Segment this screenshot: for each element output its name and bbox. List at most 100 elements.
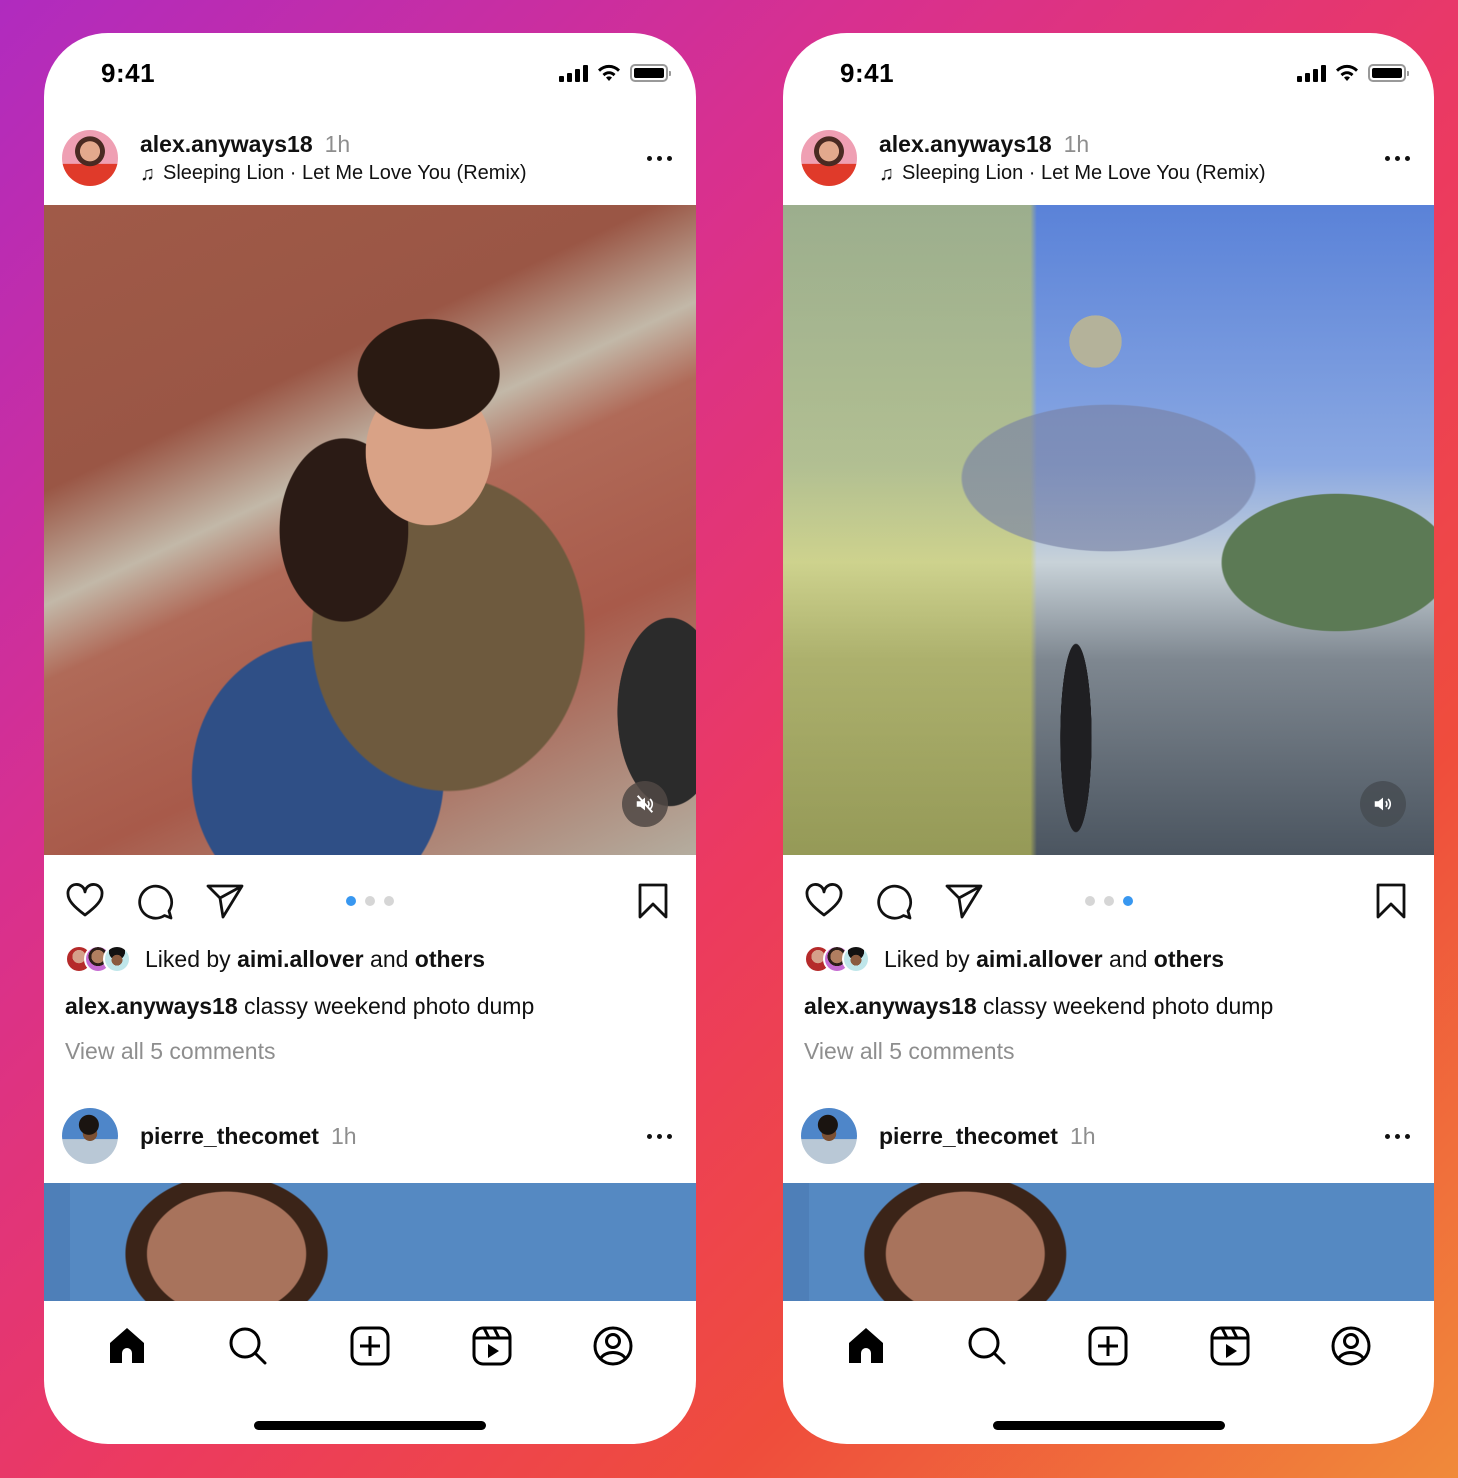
avatar[interactable] bbox=[801, 130, 857, 186]
heart-icon bbox=[805, 883, 843, 917]
bookmark-icon bbox=[1376, 883, 1406, 919]
liked-others[interactable]: others bbox=[1154, 946, 1224, 973]
bottom-tab-bar bbox=[783, 1301, 1434, 1391]
reels-icon bbox=[1210, 1326, 1250, 1366]
mute-toggle-button[interactable] bbox=[622, 781, 668, 827]
home-indicator[interactable] bbox=[254, 1421, 486, 1430]
liker-avatars bbox=[804, 945, 870, 973]
post-username[interactable]: alex.anyways18 bbox=[140, 131, 313, 158]
tab-profile[interactable] bbox=[1329, 1324, 1373, 1368]
tab-search[interactable] bbox=[226, 1324, 270, 1368]
tab-home[interactable] bbox=[844, 1324, 888, 1368]
caption-username[interactable]: alex.anyways18 bbox=[804, 993, 977, 1019]
caption-username[interactable]: alex.anyways18 bbox=[65, 993, 238, 1019]
next-post-media[interactable] bbox=[783, 1183, 1434, 1301]
liked-others[interactable]: others bbox=[415, 946, 485, 973]
post-username[interactable]: pierre_thecomet bbox=[879, 1123, 1058, 1150]
carousel-dot bbox=[1103, 896, 1114, 906]
avatar[interactable] bbox=[62, 130, 118, 186]
comment-button[interactable] bbox=[134, 881, 176, 921]
next-post-header: pierre_thecomet 1h bbox=[783, 1101, 1434, 1171]
post-media-photo[interactable] bbox=[44, 205, 696, 855]
plus-square-icon bbox=[350, 1326, 390, 1366]
liked-by[interactable]: Liked by aimi.allover and others bbox=[65, 945, 485, 973]
music-note-icon: ♫ bbox=[879, 162, 894, 185]
liked-and: and bbox=[1109, 945, 1148, 972]
like-button[interactable] bbox=[803, 881, 845, 921]
reels-icon bbox=[472, 1326, 512, 1366]
post-media-video[interactable] bbox=[783, 205, 1434, 855]
tab-reels[interactable] bbox=[1208, 1324, 1252, 1368]
view-comments-link[interactable]: View all 5 comments bbox=[804, 1038, 1015, 1065]
home-indicator[interactable] bbox=[992, 1421, 1225, 1430]
status-time: 9:41 bbox=[101, 58, 156, 88]
liked-by[interactable]: Liked by aimi.allover and others bbox=[804, 945, 1224, 973]
paper-plane-icon bbox=[206, 884, 244, 919]
phone-left: 9:41 alex.anyways18 1h ♫ Sleeping Lion ·… bbox=[44, 33, 696, 1444]
more-options-button[interactable] bbox=[647, 1133, 672, 1139]
caption-text: classy weekend photo dump bbox=[244, 993, 535, 1019]
post-time: 1h bbox=[1069, 1122, 1096, 1149]
liker-avatar bbox=[842, 945, 870, 973]
phone-right: 9:41 alex.anyways18 1h ♫ Sleeping Lion ·… bbox=[783, 33, 1434, 1444]
status-bar: 9:41 bbox=[783, 33, 1434, 113]
next-post-media[interactable] bbox=[44, 1183, 696, 1301]
tab-create[interactable] bbox=[1086, 1324, 1130, 1368]
tab-reels[interactable] bbox=[470, 1324, 514, 1368]
share-button[interactable] bbox=[943, 881, 985, 921]
carousel-dot bbox=[384, 896, 394, 906]
post-time: 1h bbox=[330, 1122, 357, 1149]
post-username[interactable]: pierre_thecomet bbox=[140, 1123, 319, 1150]
liked-user[interactable]: aimi.allover bbox=[237, 946, 364, 973]
cellular-signal-icon bbox=[559, 64, 588, 82]
next-post-header: pierre_thecomet 1h bbox=[44, 1101, 696, 1171]
post-time: 1h bbox=[324, 131, 351, 157]
plus-square-icon bbox=[1088, 1326, 1128, 1366]
liked-prefix: Liked by bbox=[884, 945, 970, 972]
post-header: alex.anyways18 1h ♫ Sleeping Lion · Let … bbox=[44, 123, 696, 193]
more-options-button[interactable] bbox=[647, 155, 672, 161]
avatar[interactable] bbox=[801, 1108, 857, 1164]
status-icons bbox=[559, 63, 671, 83]
music-title: Sleeping Lion · Let Me Love You (Remix) bbox=[163, 162, 527, 184]
wifi-icon bbox=[598, 64, 620, 81]
paper-plane-icon bbox=[945, 884, 983, 919]
tab-create[interactable] bbox=[348, 1324, 392, 1368]
more-options-button[interactable] bbox=[1385, 1133, 1410, 1139]
like-button[interactable] bbox=[64, 881, 106, 921]
liked-user[interactable]: aimi.allover bbox=[976, 946, 1103, 973]
search-icon bbox=[229, 1327, 267, 1365]
comment-icon bbox=[877, 884, 913, 920]
more-options-button[interactable] bbox=[1385, 155, 1410, 161]
post-caption: alex.anyways18 classy weekend photo dump bbox=[804, 993, 1273, 1020]
tab-home[interactable] bbox=[105, 1324, 149, 1368]
carousel-dot bbox=[346, 896, 356, 906]
music-attribution[interactable]: ♫ Sleeping Lion · Let Me Love You (Remix… bbox=[140, 162, 696, 185]
tab-profile[interactable] bbox=[591, 1324, 635, 1368]
carousel-indicator bbox=[346, 896, 394, 906]
post-username[interactable]: alex.anyways18 bbox=[879, 131, 1052, 158]
save-button[interactable] bbox=[632, 881, 674, 921]
battery-full-icon bbox=[630, 64, 671, 82]
speaker-muted-icon bbox=[636, 795, 654, 813]
post-time: 1h bbox=[1063, 131, 1090, 157]
view-comments-link[interactable]: View all 5 comments bbox=[65, 1038, 276, 1065]
status-icons bbox=[1297, 63, 1409, 83]
caption-text: classy weekend photo dump bbox=[983, 993, 1274, 1019]
tab-search[interactable] bbox=[965, 1324, 1009, 1368]
avatar[interactable] bbox=[62, 1108, 118, 1164]
wifi-icon bbox=[1336, 64, 1358, 81]
comment-button[interactable] bbox=[873, 881, 915, 921]
liker-avatar bbox=[103, 945, 131, 973]
bookmark-icon bbox=[638, 883, 668, 919]
share-button[interactable] bbox=[204, 881, 246, 921]
music-attribution[interactable]: ♫ Sleeping Lion · Let Me Love You (Remix… bbox=[879, 162, 1434, 185]
bottom-tab-bar bbox=[44, 1301, 696, 1391]
carousel-indicator bbox=[1084, 896, 1133, 906]
post-header: alex.anyways18 1h ♫ Sleeping Lion · Let … bbox=[783, 123, 1434, 193]
cellular-signal-icon bbox=[1297, 64, 1326, 82]
mute-toggle-button[interactable] bbox=[1360, 781, 1406, 827]
music-title: Sleeping Lion · Let Me Love You (Remix) bbox=[902, 162, 1266, 184]
carousel-dot bbox=[365, 896, 375, 906]
save-button[interactable] bbox=[1370, 881, 1412, 921]
